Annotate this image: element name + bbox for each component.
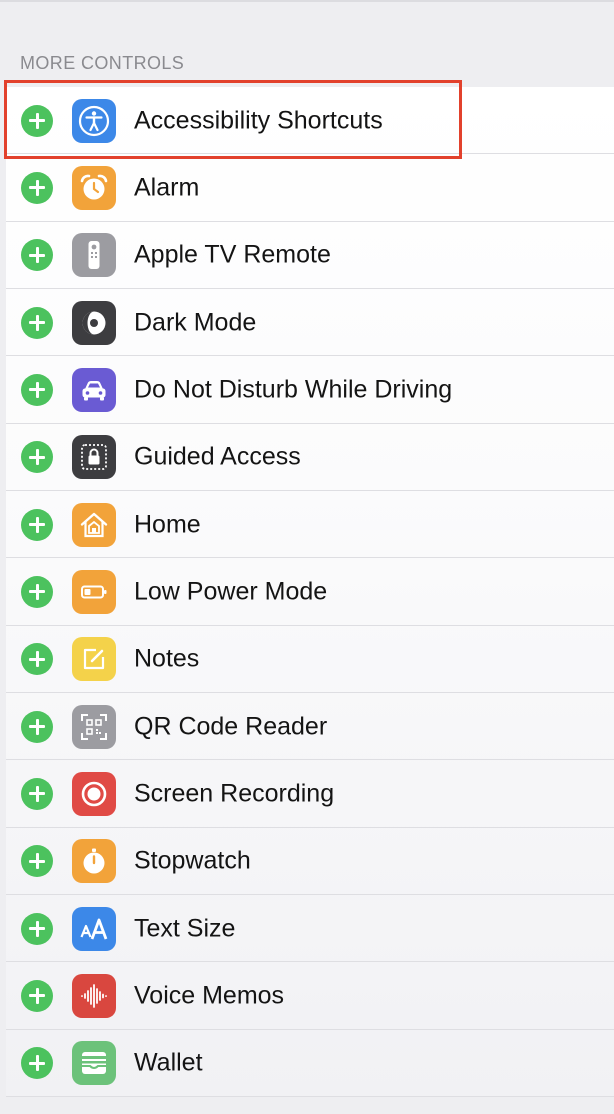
qr-code-icon xyxy=(72,704,116,749)
control-label: Alarm xyxy=(134,173,200,202)
control-row-qr-code-reader[interactable]: QR Code Reader xyxy=(6,693,614,761)
text-size-icon xyxy=(72,906,116,951)
tv-remote-icon xyxy=(72,233,116,278)
control-label: Notes xyxy=(134,644,200,673)
control-row-voice-memos[interactable]: Voice Memos xyxy=(6,962,614,1030)
alarm-clock-icon xyxy=(72,165,116,210)
control-row-guided-access[interactable]: Guided Access xyxy=(6,424,614,491)
stopwatch-icon xyxy=(72,839,116,884)
notes-icon xyxy=(72,637,116,682)
add-control-button[interactable] xyxy=(21,306,53,339)
control-label: Accessibility Shortcuts xyxy=(134,106,383,135)
home-icon xyxy=(72,502,116,547)
control-row-screen-recording[interactable]: Screen Recording xyxy=(6,760,614,828)
add-control-button[interactable] xyxy=(21,912,53,945)
top-divider xyxy=(0,0,614,2)
add-control-button[interactable] xyxy=(21,710,53,743)
add-control-button[interactable] xyxy=(21,575,53,608)
add-control-button[interactable] xyxy=(21,171,53,204)
control-row-low-power-mode[interactable]: Low Power Mode xyxy=(6,558,614,626)
control-label: Dark Mode xyxy=(134,308,257,337)
control-row-accessibility-shortcuts[interactable]: Accessibility Shortcuts xyxy=(6,87,614,155)
add-control-button[interactable] xyxy=(21,845,53,878)
control-label: Do Not Disturb While Driving xyxy=(134,375,453,404)
add-control-button[interactable] xyxy=(21,979,53,1012)
control-label: Text Size xyxy=(134,914,236,943)
accessibility-icon xyxy=(72,98,116,143)
control-row-home[interactable]: Home xyxy=(6,491,614,559)
control-row-notes[interactable]: Notes xyxy=(6,626,614,693)
control-row-dark-mode[interactable]: Dark Mode xyxy=(6,289,614,357)
section-header: MORE CONTROLS xyxy=(20,53,185,73)
add-control-button[interactable] xyxy=(21,643,53,676)
battery-icon xyxy=(72,569,116,614)
lock-icon xyxy=(72,435,116,480)
control-row-do-not-disturb-while-driving[interactable]: Do Not Disturb While Driving xyxy=(6,356,614,424)
control-row-stopwatch[interactable]: Stopwatch xyxy=(6,828,614,895)
control-label: Home xyxy=(134,510,201,539)
control-label: Low Power Mode xyxy=(134,577,328,606)
control-label: Wallet xyxy=(134,1048,203,1077)
add-control-button[interactable] xyxy=(21,239,53,272)
add-control-button[interactable] xyxy=(21,373,53,406)
add-control-button[interactable] xyxy=(21,777,53,810)
add-control-button[interactable] xyxy=(21,508,53,541)
control-row-wallet[interactable]: Wallet xyxy=(6,1030,614,1097)
wallet-icon xyxy=(72,1041,116,1086)
add-control-button[interactable] xyxy=(21,104,53,137)
control-label: QR Code Reader xyxy=(134,712,328,741)
waveform-icon xyxy=(72,973,116,1018)
control-row-alarm[interactable]: Alarm xyxy=(6,154,614,222)
control-row-apple-tv-remote[interactable]: Apple TV Remote xyxy=(6,222,614,289)
record-icon xyxy=(72,771,116,816)
add-control-button[interactable] xyxy=(21,441,53,474)
control-row-text-size[interactable]: Text Size xyxy=(6,895,614,963)
control-label: Voice Memos xyxy=(134,981,285,1010)
control-label: Screen Recording xyxy=(134,779,335,808)
add-control-button[interactable] xyxy=(21,1047,53,1080)
car-icon xyxy=(72,367,116,412)
more-controls-list: Accessibility Shortcuts Alarm Apple TV R… xyxy=(6,87,614,1097)
control-label: Guided Access xyxy=(134,442,301,471)
control-label: Stopwatch xyxy=(134,846,251,875)
dark-mode-icon xyxy=(72,300,116,345)
control-label: Apple TV Remote xyxy=(134,240,331,269)
